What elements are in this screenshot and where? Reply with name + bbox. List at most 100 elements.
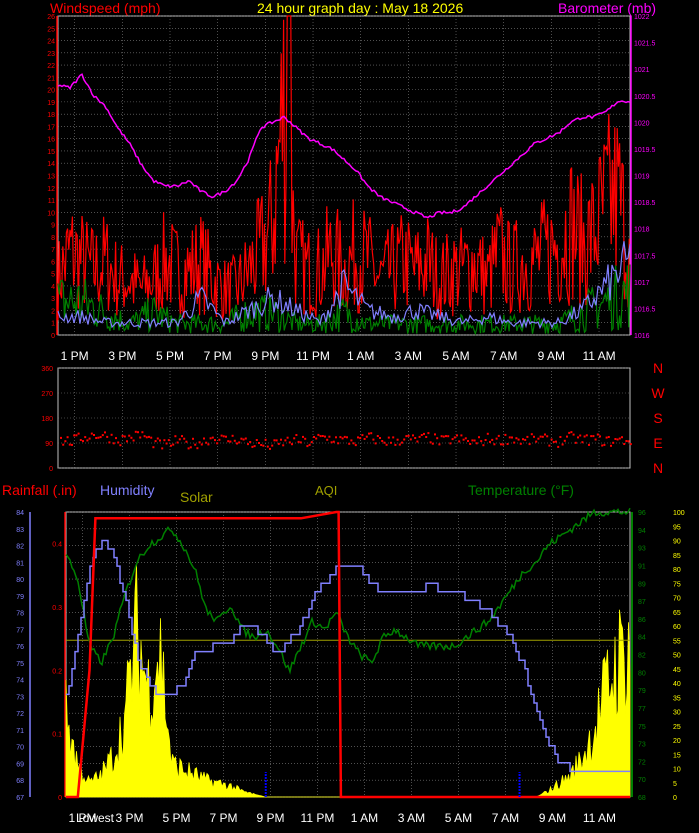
y-left-tick: 17 (47, 124, 55, 131)
direction-point (139, 436, 142, 439)
direction-point (192, 437, 194, 440)
y-right-tick: 1017.5 (634, 253, 656, 260)
y-left-tick: 16 (47, 137, 55, 144)
y-temp-right-tick: 68 (638, 795, 646, 802)
y-right-tick: 15 (673, 752, 681, 759)
y-right-tick: 1017 (634, 280, 650, 287)
direction-point (156, 437, 159, 440)
direction-point (112, 442, 115, 445)
direction-point (326, 438, 329, 441)
series-barometer (57, 73, 631, 219)
direction-point (436, 437, 439, 440)
x-tick: 7 PM (204, 349, 232, 363)
direction-point (486, 432, 489, 435)
direction-point (359, 437, 362, 440)
direction-point (220, 434, 223, 437)
direction-point (240, 437, 243, 440)
y-left-tick: 26 (47, 14, 55, 21)
direction-point (440, 435, 443, 438)
direction-point (227, 440, 230, 443)
y-right-tick: 75 (673, 581, 681, 588)
direction-point (238, 441, 241, 444)
y-rain-tick: 0.1 (52, 732, 62, 739)
y-temp-right-tick: 89 (638, 581, 646, 588)
y-right-tick: 1016.5 (634, 306, 656, 313)
direction-point (449, 442, 452, 445)
direction-point (420, 434, 423, 436)
direction-point (572, 433, 575, 436)
y-tick: 0 (49, 466, 53, 473)
y-left-tick: 0 (51, 333, 55, 340)
direction-point (431, 442, 434, 445)
y-left-tick: 9 (51, 223, 55, 230)
direction-point (332, 440, 335, 443)
direction-point (557, 445, 560, 448)
direction-point (524, 438, 527, 441)
direction-point (471, 439, 474, 442)
y-temp-tick: 68 (16, 778, 24, 785)
direction-point (482, 444, 485, 447)
direction-point (110, 433, 113, 436)
y-right-tick: 80 (673, 567, 681, 574)
direction-point (383, 441, 386, 444)
y-right-tick: 35 (673, 695, 681, 702)
direction-point (84, 436, 87, 439)
direction-point (555, 440, 557, 443)
direction-point (346, 436, 348, 439)
direction-point (594, 438, 597, 441)
direction-point (167, 439, 170, 442)
direction-point (225, 435, 227, 438)
direction-point (414, 437, 417, 439)
direction-point (610, 444, 612, 447)
y-left-tick: 25 (47, 26, 55, 33)
direction-point (548, 444, 551, 447)
direction-point (552, 441, 555, 443)
y-right-tick: 45 (673, 667, 681, 674)
y-temp-tick: 67 (16, 795, 24, 802)
direction-point (563, 439, 566, 442)
direction-point (379, 437, 381, 439)
direction-point (546, 435, 549, 438)
y-temp-right-tick: 80 (638, 670, 646, 677)
y-right-tick: 20 (673, 738, 681, 745)
x-tick: 9 PM (251, 349, 279, 363)
direction-point (574, 441, 577, 444)
y-right-tick: 1020.5 (634, 94, 656, 101)
direction-point (616, 438, 619, 441)
y-temp-tick: 73 (16, 694, 24, 701)
direction-point (601, 444, 604, 447)
direction-point (629, 443, 632, 446)
x-tick: 3 PM (108, 349, 136, 363)
direction-point (372, 438, 375, 441)
wind-direction-panel: 360270180900NWSEN (41, 360, 665, 476)
y-left-tick: 8 (51, 235, 55, 242)
compass-label: N (653, 460, 663, 476)
y-right-tick: 90 (673, 539, 681, 546)
direction-point (528, 443, 531, 446)
direction-point (280, 438, 282, 441)
direction-point (533, 435, 535, 438)
direction-point (401, 441, 403, 444)
direction-point (319, 435, 322, 438)
direction-point (504, 433, 507, 436)
direction-point (172, 443, 175, 446)
direction-point (469, 443, 472, 445)
direction-point (588, 443, 590, 446)
direction-point (614, 438, 617, 440)
direction-point (480, 440, 483, 443)
x-tick: 3 AM (395, 349, 422, 363)
y-left-tick: 14 (47, 161, 55, 168)
direction-point (264, 438, 267, 441)
direction-point (313, 436, 315, 438)
direction-point (253, 445, 256, 448)
y-rain-tick: 0.2 (52, 668, 62, 675)
y-temp-tick: 76 (16, 644, 24, 651)
y-right-tick: 1018 (634, 227, 650, 234)
direction-point (79, 439, 82, 441)
direction-point (86, 439, 89, 442)
direction-point (396, 438, 399, 441)
direction-point (181, 435, 183, 438)
direction-point (328, 435, 331, 438)
direction-point (304, 437, 307, 440)
direction-point (517, 438, 520, 441)
